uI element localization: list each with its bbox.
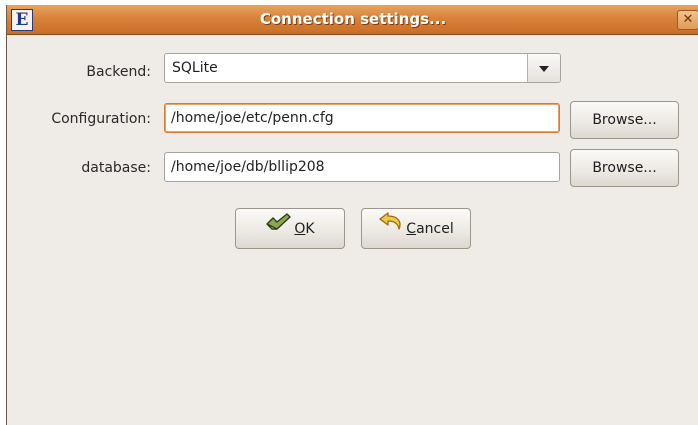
configuration-field[interactable] <box>164 103 560 133</box>
backend-value: SQLite <box>172 60 218 76</box>
database-browse-label: Browse... <box>592 160 657 176</box>
backend-label: Backend: <box>86 64 151 80</box>
backend-combo[interactable]: SQLite <box>164 53 561 83</box>
database-browse-button[interactable]: Browse... <box>570 149 679 187</box>
dialog-window: E Connection settings... ✕ Backend: SQLi… <box>6 5 698 425</box>
configuration-browse-label: Browse... <box>592 112 657 128</box>
configuration-label: Configuration: <box>51 111 151 127</box>
cancel-label: Cancel <box>406 220 454 237</box>
ok-button[interactable]: OK <box>235 208 345 249</box>
undo-arrow-icon <box>378 209 404 248</box>
configuration-browse-button[interactable]: Browse... <box>570 101 679 139</box>
chevron-down-icon[interactable] <box>527 54 560 82</box>
close-button[interactable]: ✕ <box>677 10 698 30</box>
window-title: Connection settings... <box>259 10 447 28</box>
title-bar[interactable]: E Connection settings... ✕ <box>7 5 698 35</box>
database-label: database: <box>81 160 151 176</box>
cancel-button[interactable]: Cancel <box>361 208 471 249</box>
database-field[interactable] <box>164 152 560 182</box>
checkmark-hand-icon <box>265 209 292 248</box>
ok-label: OK <box>294 220 315 237</box>
